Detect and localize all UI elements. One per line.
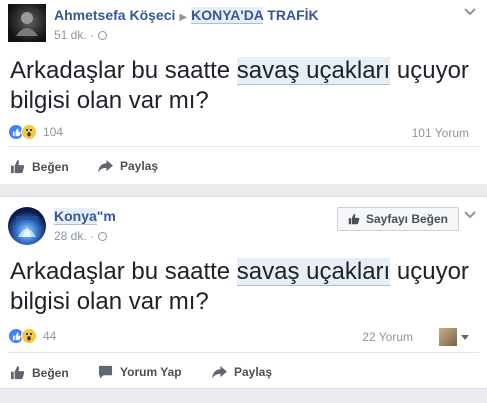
like-button-label: Beğen bbox=[32, 159, 69, 174]
divider bbox=[8, 352, 479, 353]
page-avatar[interactable] bbox=[8, 207, 46, 245]
post-text-part: Arkadaşlar bu saatte bbox=[10, 57, 237, 84]
globe-icon bbox=[98, 232, 108, 241]
like-button-label: Beğen bbox=[32, 365, 69, 380]
comment-button[interactable]: Yorum Yap bbox=[98, 365, 182, 379]
feed-post-1: Ahmetsefa Köşeci ▶ KONYA'DA TRAFİK 51 dk. … bbox=[0, 0, 487, 184]
feed-post-2: Konya"m 28 dk. · Sayfayı Beğen Arkadaşla… bbox=[0, 196, 487, 389]
page-like-button-label: Sayfayı Beğen bbox=[365, 212, 449, 226]
post-text-highlight: savaş uçakları bbox=[236, 57, 391, 85]
post-meta: 51 dk. · bbox=[54, 28, 108, 42]
group-name-highlight[interactable]: KONYA'DA bbox=[191, 7, 264, 24]
post-header: Ahmetsefa Köşeci ▶ KONYA'DA TRAFİK bbox=[54, 6, 319, 27]
post-text-line2: bilgisi olan var mı? bbox=[10, 288, 209, 315]
chevron-down-icon[interactable] bbox=[463, 6, 477, 16]
post-text-highlight: savaş uçakları bbox=[236, 258, 391, 286]
share-button-label: Paylaş bbox=[120, 159, 159, 173]
post-text: Arkadaşlar bu saatte savaş uçakları uçuy… bbox=[10, 257, 469, 317]
post-header: Konya"m bbox=[54, 207, 116, 225]
share-button[interactable]: Paylaş bbox=[98, 159, 158, 173]
reaction-count[interactable]: 44 bbox=[43, 329, 56, 343]
post-meta: 28 dk. · bbox=[54, 229, 108, 243]
share-button[interactable]: Paylaş bbox=[212, 365, 272, 379]
viewer-avatar[interactable] bbox=[439, 328, 457, 346]
thumb-up-icon bbox=[10, 365, 25, 380]
group-name[interactable]: TRAFİK bbox=[263, 7, 318, 23]
page-logo-icon bbox=[16, 216, 38, 237]
divider bbox=[8, 146, 479, 147]
post-text-part: uçuyor bbox=[390, 57, 469, 84]
thumb-up-small-icon bbox=[348, 213, 360, 225]
post-actions: Beğen Yorum Yap Paylaş bbox=[0, 358, 487, 388]
post-text-part: Arkadaşlar bu saatte bbox=[10, 258, 237, 285]
comment-count[interactable]: 22 Yorum bbox=[362, 330, 413, 344]
like-button[interactable]: Beğen bbox=[10, 365, 69, 380]
wow-reaction-icon bbox=[21, 124, 37, 140]
chevron-down-icon[interactable] bbox=[463, 209, 477, 219]
share-arrow-icon bbox=[98, 159, 113, 173]
post-timestamp[interactable]: 28 dk. · bbox=[54, 229, 94, 243]
author-name[interactable]: Ahmetsefa Köşeci bbox=[54, 7, 175, 23]
post-text-line2: bilgisi olan var mı? bbox=[10, 87, 209, 114]
author-avatar[interactable] bbox=[8, 4, 46, 42]
post-actions: Beğen Paylaş bbox=[0, 152, 487, 182]
comment-count[interactable]: 101 Yorum bbox=[412, 126, 469, 140]
share-button-label: Paylaş bbox=[234, 365, 273, 379]
page-name[interactable]: "m bbox=[97, 208, 116, 224]
share-arrow-icon bbox=[212, 365, 227, 379]
reaction-count[interactable]: 104 bbox=[43, 125, 63, 139]
post-timestamp[interactable]: 51 dk. · bbox=[54, 28, 94, 42]
caret-down-icon[interactable] bbox=[461, 335, 469, 340]
page-name-highlight[interactable]: Konya bbox=[54, 208, 97, 225]
comment-icon bbox=[98, 365, 113, 379]
page-like-button[interactable]: Sayfayı Beğen bbox=[337, 207, 459, 231]
person-silhouette-icon bbox=[16, 12, 38, 36]
post-text: Arkadaşlar bu saatte savaş uçakları uçuy… bbox=[10, 56, 469, 116]
globe-icon bbox=[98, 31, 108, 40]
thumb-up-icon bbox=[10, 159, 25, 174]
reaction-summary[interactable]: 104 bbox=[8, 124, 63, 140]
like-button[interactable]: Beğen bbox=[10, 159, 69, 174]
comment-button-label: Yorum Yap bbox=[120, 365, 182, 379]
wow-reaction-icon bbox=[21, 328, 37, 344]
group-arrow-icon: ▶ bbox=[179, 12, 188, 23]
reaction-summary[interactable]: 44 bbox=[8, 328, 56, 344]
post-text-part: uçuyor bbox=[390, 258, 469, 285]
